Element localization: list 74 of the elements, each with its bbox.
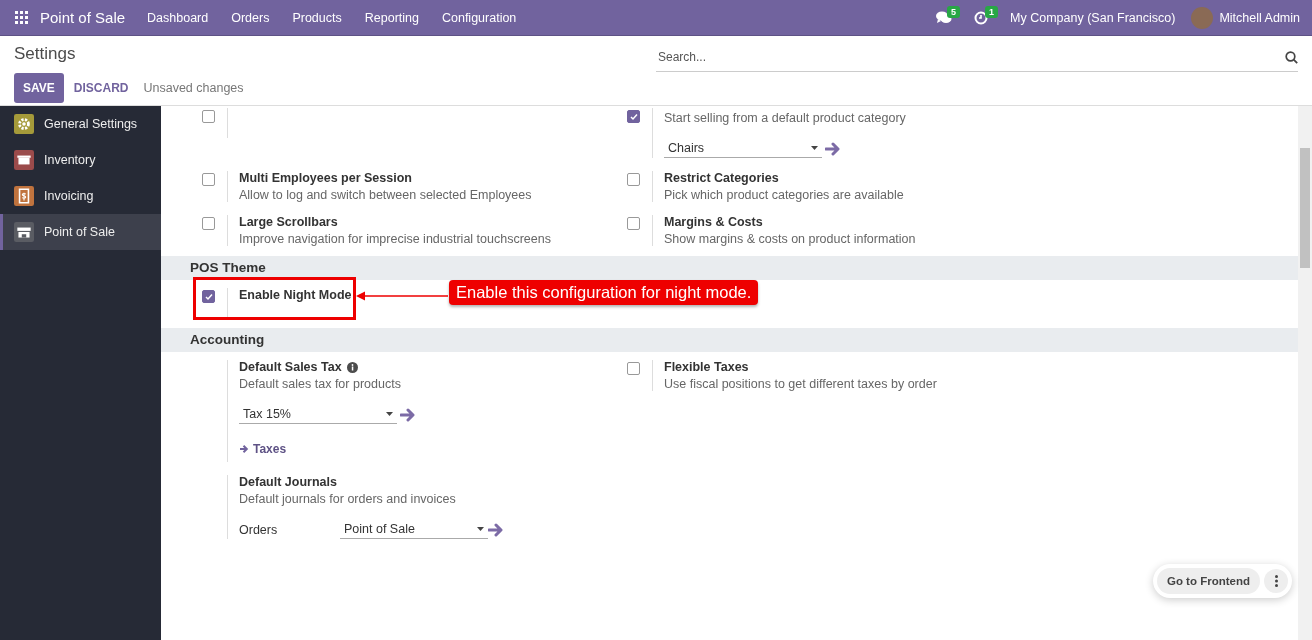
sidebar-label[interactable]: Invoicing xyxy=(44,189,94,203)
checkbox[interactable] xyxy=(627,173,640,186)
setting-description: Improve navigation for imprecise industrial touchscreens xyxy=(239,232,551,246)
setting-title: Enable Night Mode xyxy=(239,288,352,302)
taxes-link[interactable]: Taxes xyxy=(239,442,287,456)
sidebar-item[interactable]: General Settings xyxy=(0,106,161,142)
activity-count-badge: 1 xyxy=(985,5,999,18)
menu-item[interactable]: Products xyxy=(292,10,342,25)
discard-button[interactable]: DISCARD xyxy=(64,73,138,103)
sidebar-label[interactable]: Inventory xyxy=(44,153,96,167)
select-field[interactable]: Tax 15% xyxy=(239,406,397,424)
setting-description: Pick which product categories are available xyxy=(664,188,904,202)
checkbox[interactable] xyxy=(627,110,640,123)
checkbox[interactable] xyxy=(627,217,640,230)
clock-icon[interactable] xyxy=(974,10,989,25)
invoice-icon xyxy=(14,186,34,206)
checkbox[interactable] xyxy=(202,290,215,303)
gear-icon xyxy=(14,114,34,134)
sidebar-item[interactable]: Invoicing xyxy=(0,178,161,214)
caret-icon[interactable] xyxy=(386,412,393,416)
app-name[interactable]: Point of Sale xyxy=(40,9,126,26)
setting-description: Default sales tax for products xyxy=(239,377,402,391)
setting-description: Default journals for orders and invoices xyxy=(239,492,457,506)
message-count-badge: 5 xyxy=(947,5,961,18)
caret-icon[interactable] xyxy=(477,527,484,531)
scrollbar[interactable] xyxy=(1298,106,1312,640)
checkbox[interactable] xyxy=(202,217,215,230)
page-title: Settings xyxy=(14,44,77,64)
arrow-icon[interactable] xyxy=(488,523,504,537)
sidebar-label[interactable]: General Settings xyxy=(44,117,138,131)
arrow-icon[interactable] xyxy=(400,408,416,422)
setting-title: Default Sales Tax xyxy=(239,360,342,374)
setting-description: Start selling from a default product category xyxy=(664,111,906,125)
setting-description: Use fiscal positions to get different taxes by order xyxy=(664,377,937,391)
check-icon xyxy=(629,112,638,121)
save-button[interactable]: SAVE xyxy=(14,73,64,103)
field-label: Orders xyxy=(239,523,279,537)
checkbox[interactable] xyxy=(627,362,640,375)
check-icon xyxy=(204,292,213,301)
info-icon[interactable] xyxy=(346,361,358,373)
select-field[interactable]: Point of Sale xyxy=(340,521,488,539)
setting-description: Show margins & costs on product information xyxy=(664,232,916,246)
store-icon xyxy=(14,222,34,242)
menu-item[interactable]: Configuration xyxy=(441,10,517,25)
setting-title: Flexible Taxes xyxy=(664,360,749,374)
menu-item[interactable]: Orders xyxy=(231,10,270,25)
setting-title: Restrict Categories xyxy=(664,171,779,185)
checkbox[interactable] xyxy=(202,110,215,123)
go-to-frontend-button[interactable]: Go to Frontend xyxy=(1156,568,1260,594)
box-icon xyxy=(14,150,34,170)
status-text: Unsaved changes xyxy=(143,81,244,95)
arrow-icon[interactable] xyxy=(825,142,841,156)
menu-item[interactable]: Dashboard xyxy=(147,10,209,25)
sidebar-label[interactable]: Point of Sale xyxy=(44,225,115,239)
sidebar-item[interactable]: Inventory xyxy=(0,142,161,178)
setting-title: Margins & Costs xyxy=(664,215,763,229)
menu-item[interactable]: Reporting xyxy=(364,10,419,25)
setting-title: Multi Employees per Session xyxy=(239,171,412,185)
annotation-callout: Enable this configuration for night mode. xyxy=(449,280,759,305)
setting-description: Allow to log and switch between selected Employees xyxy=(239,188,532,202)
section-header: POS Theme xyxy=(161,256,1298,280)
search-icon[interactable] xyxy=(1285,50,1298,64)
sidebar-item[interactable]: Point of Sale xyxy=(0,214,161,250)
company-switcher[interactable]: My Company (San Francisco) xyxy=(1010,10,1176,25)
setting-title: Default Journals xyxy=(239,475,337,489)
arrow-icon xyxy=(239,444,249,454)
more-options-icon[interactable] xyxy=(1264,569,1288,593)
caret-icon[interactable] xyxy=(811,146,818,150)
section-header: Accounting xyxy=(161,328,1298,352)
select-field[interactable]: Chairs xyxy=(664,140,822,158)
checkbox[interactable] xyxy=(202,173,215,186)
user-menu[interactable]: Mitchell Admin xyxy=(1219,10,1300,25)
setting-title: Large Scrollbars xyxy=(239,215,338,229)
apps-grid-icon[interactable] xyxy=(15,11,28,24)
